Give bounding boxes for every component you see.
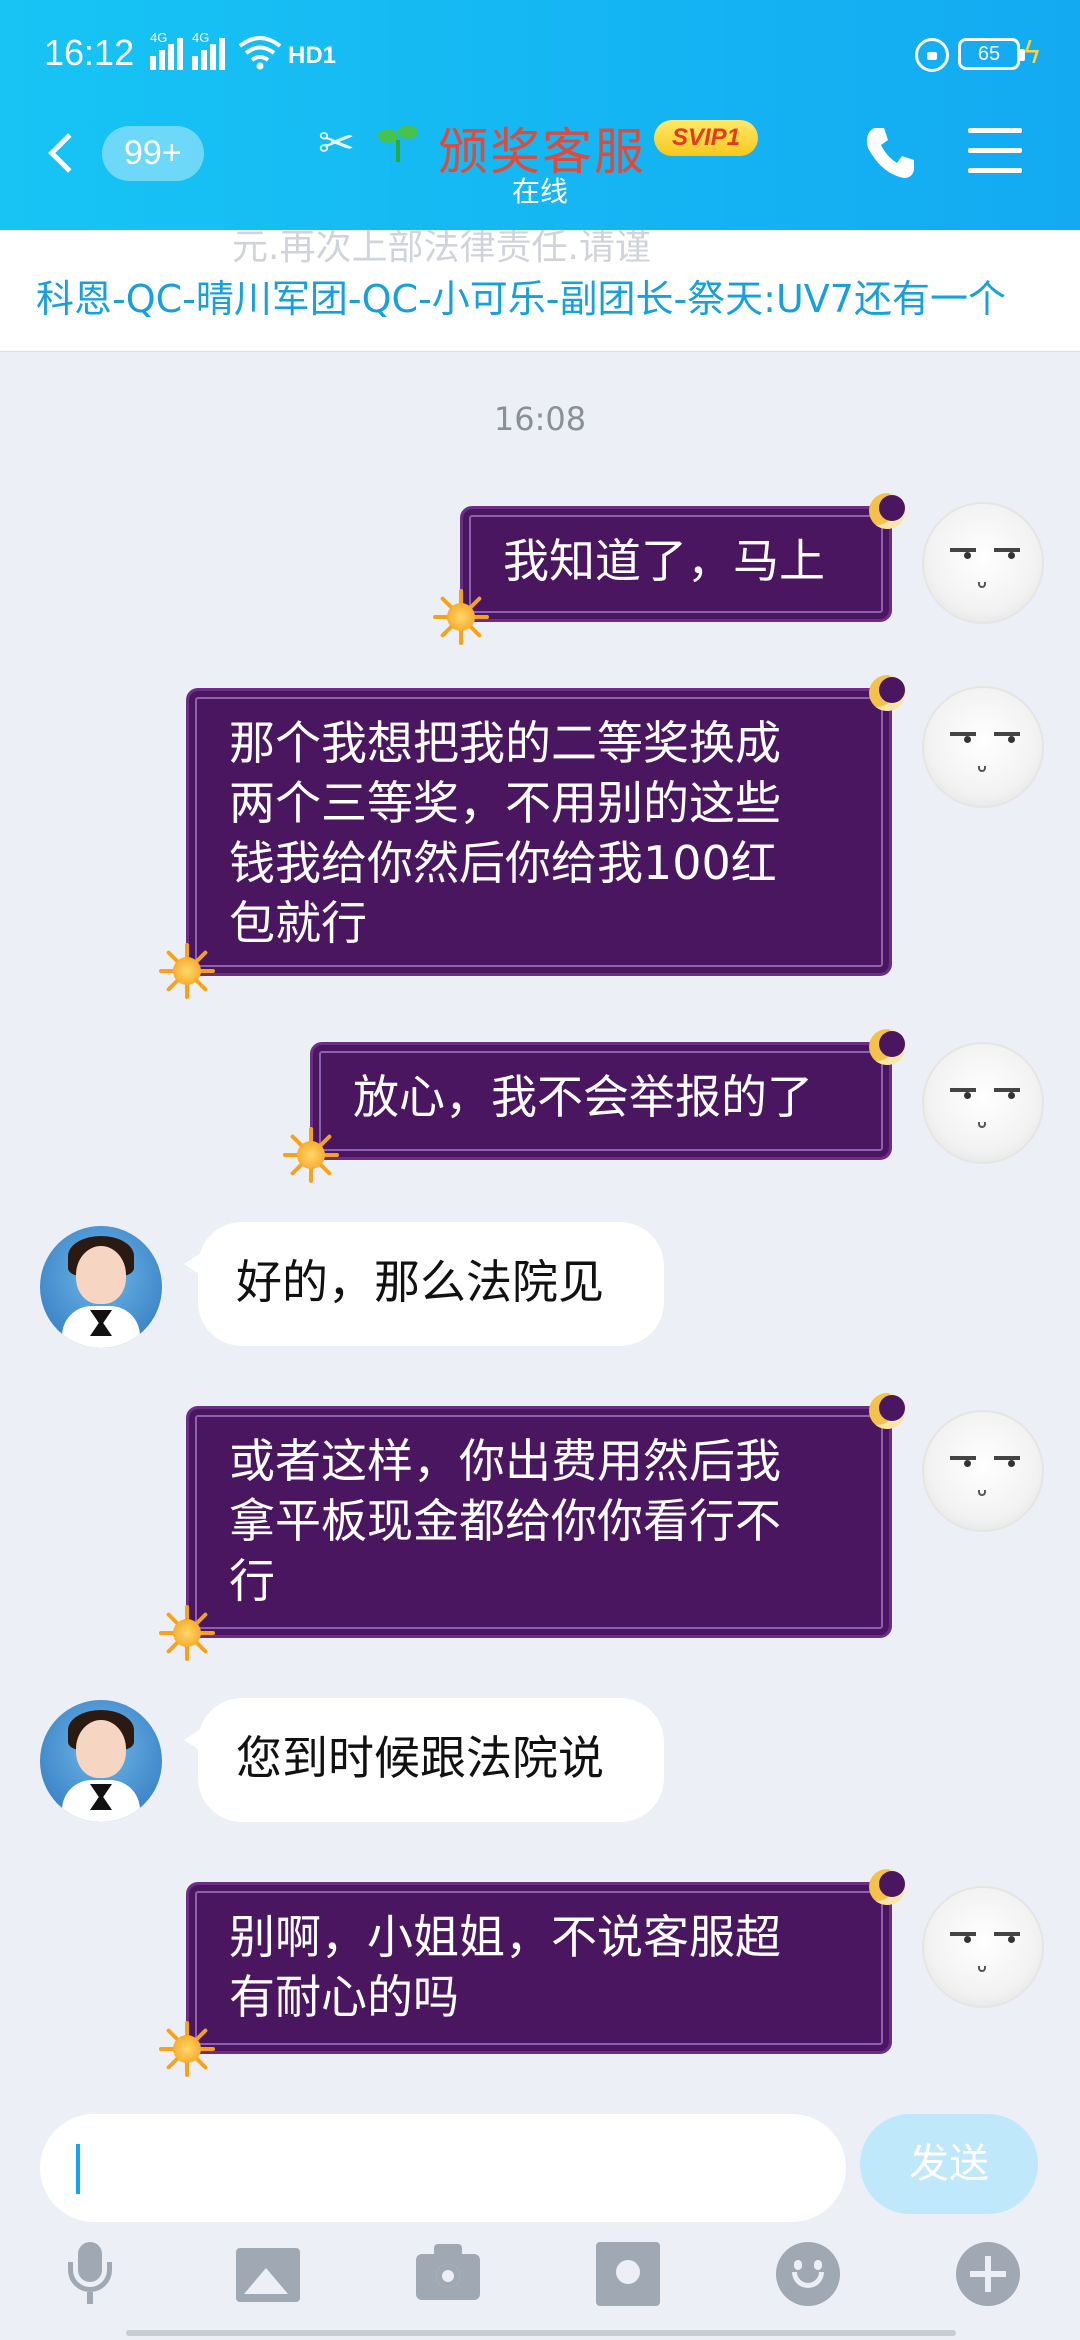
message-bubble-incoming[interactable]: 您到时候跟法院说: [184, 1698, 664, 1822]
input-toolbar: [0, 2242, 1080, 2322]
sun-decoration-icon: [159, 943, 215, 999]
image-icon[interactable]: [236, 2248, 300, 2302]
camera-icon[interactable]: [416, 2242, 480, 2306]
mic-icon[interactable]: [58, 2242, 122, 2306]
my-avatar[interactable]: [922, 1886, 1044, 2008]
agent-avatar[interactable]: [40, 1226, 162, 1348]
my-avatar[interactable]: [922, 502, 1044, 624]
svip-badge: SVIP1: [654, 120, 759, 156]
message-bubble-outgoing[interactable]: 或者这样，你出费用然后我 拿平板现金都给你你看行不 行: [159, 1393, 905, 1661]
sun-decoration-icon: [159, 2021, 215, 2077]
signal-strength-icon: 4G: [150, 30, 183, 70]
moon-decoration-icon: [869, 1393, 905, 1429]
home-indicator[interactable]: [126, 2330, 956, 2336]
wifi-icon: [238, 36, 282, 70]
message-bubble-outgoing[interactable]: 别啊，小姐姐，不说客服超 有耐心的吗: [159, 1869, 905, 2077]
moon-decoration-icon: [869, 1029, 905, 1065]
sprout-icon: [378, 125, 418, 162]
my-avatar[interactable]: [922, 1042, 1044, 1164]
send-button[interactable]: 发送: [860, 2114, 1038, 2214]
sun-decoration-icon: [283, 1127, 339, 1183]
compose-bar: 发送: [0, 2090, 1080, 2340]
phone-call-icon[interactable]: [860, 122, 920, 182]
message-input[interactable]: [40, 2114, 846, 2222]
battery-indicator: 65: [958, 38, 1025, 70]
agent-avatar[interactable]: [40, 1700, 162, 1822]
moon-decoration-icon: [869, 493, 905, 529]
message-bubble-outgoing[interactable]: 我知道了，马上: [433, 493, 905, 645]
message-text: 别啊，小姐姐，不说客服超 有耐心的吗: [229, 1910, 781, 2024]
pinned-scroll-ghost-text: 元.再次上部法律责任.请谨: [232, 230, 651, 268]
my-avatar[interactable]: [922, 1410, 1044, 1532]
ear-icon[interactable]: ✂: [318, 118, 355, 169]
red-packet-icon[interactable]: [596, 2242, 660, 2306]
my-avatar[interactable]: [922, 686, 1044, 808]
moon-decoration-icon: [869, 675, 905, 711]
message-bubble-outgoing[interactable]: 那个我想把我的二等奖换成 两个三等奖，不用别的这些 钱我给你然后你给我100红 …: [159, 675, 905, 999]
rotation-lock-icon: [915, 38, 949, 72]
chevron-left-icon: [48, 133, 88, 173]
message-bubble-incoming[interactable]: 好的，那么法院见: [184, 1222, 664, 1346]
charging-bolt-icon: ϟ: [1022, 36, 1042, 71]
status-bar: 16:12 4G 4G HD1 65 ϟ: [0, 0, 1080, 108]
chat-timestamp: 16:08: [493, 400, 587, 438]
emoji-icon[interactable]: [776, 2242, 840, 2306]
sun-decoration-icon: [433, 589, 489, 645]
message-text: 那个我想把我的二等奖换成 两个三等奖，不用别的这些 钱我给你然后你给我100红 …: [229, 716, 781, 950]
status-time: 16:12: [44, 32, 135, 73]
message-text: 我知道了，马上: [503, 534, 825, 588]
menu-icon[interactable]: [968, 128, 1022, 174]
message-text: 您到时候跟法院说: [236, 1731, 604, 1785]
message-bubble-outgoing[interactable]: 放心，我不会举报的了: [283, 1029, 905, 1183]
message-text: 或者这样，你出费用然后我 拿平板现金都给你你看行不 行: [229, 1434, 781, 1608]
moon-decoration-icon: [869, 1869, 905, 1905]
text-caret: [76, 2144, 80, 2194]
chat-header: 16:12 4G 4G HD1 65 ϟ 99+ ✂ 颁奖客服 SVIP1 在线: [0, 0, 1080, 230]
pinned-message-banner[interactable]: 元.再次上部法律责任.请谨 科恩-QC-晴川军团-QC-小可乐-副团长-祭天:U…: [0, 230, 1080, 352]
signal-strength-icon-2: 4G: [192, 30, 225, 70]
sun-decoration-icon: [159, 1605, 215, 1661]
plus-icon[interactable]: [956, 2242, 1020, 2306]
hd-voice-label: HD1: [288, 42, 337, 69]
message-text: 放心，我不会举报的了: [353, 1070, 813, 1124]
message-text: 好的，那么法院见: [236, 1255, 604, 1309]
pinned-message-text: 科恩-QC-晴川军团-QC-小可乐-副团长-祭天:UV7还有一个: [36, 277, 1006, 321]
